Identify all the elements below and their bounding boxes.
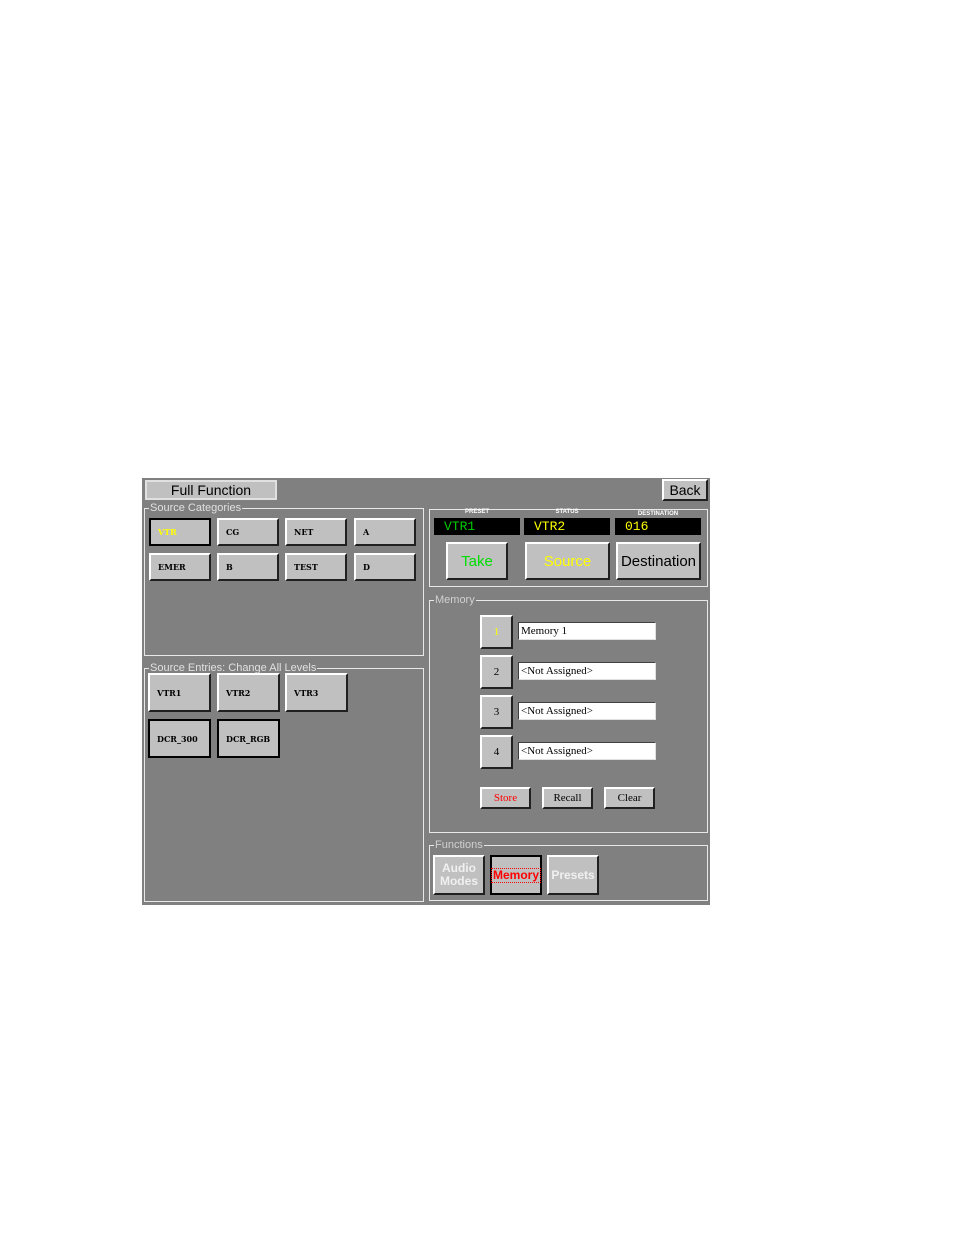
entry-label: VTR2 <box>226 687 251 698</box>
category-b-button[interactable]: B <box>217 553 279 581</box>
memory-frame-label: Memory <box>434 594 476 606</box>
take-label: Take <box>461 552 493 570</box>
store-button[interactable]: Store <box>480 787 531 809</box>
category-label: CG <box>226 527 240 537</box>
entry-vtr2-button[interactable]: VTR2 <box>217 673 280 712</box>
source-categories-label: Source Categories <box>149 502 243 514</box>
memory-slot-number: 1 <box>493 626 500 638</box>
back-button[interactable]: Back <box>662 479 708 501</box>
memory-slot-2-button[interactable]: 2 <box>480 655 513 689</box>
functions-frame-label: Functions <box>434 839 484 851</box>
memory-slot-number: 4 <box>493 746 500 758</box>
clear-button[interactable]: Clear <box>604 787 655 809</box>
category-label: A <box>363 527 370 537</box>
panel-title: Full Function <box>145 480 277 500</box>
audio-modes-button[interactable]: Audio Modes <box>433 855 485 895</box>
status-label: STATUS <box>555 509 579 515</box>
audio-modes-line-2: Modes <box>439 874 478 888</box>
audio-modes-label: Audio Modes <box>440 862 478 888</box>
presets-label: Presets <box>551 867 595 882</box>
memory-slot-2-name[interactable]: <Not Assigned> <box>518 662 656 680</box>
category-label: TEST <box>294 562 318 572</box>
memory-slot-3-name[interactable]: <Not Assigned> <box>518 702 656 720</box>
memory-slot-3-button[interactable]: 3 <box>480 695 513 729</box>
entry-label: DCR_RGB <box>226 733 271 744</box>
entry-dcrrgb-button[interactable]: DCR_RGB <box>217 719 280 758</box>
full-function-panel: Full Function Back Source Categories VTR… <box>142 478 710 905</box>
category-vtr-button[interactable]: VTR <box>149 518 211 546</box>
destination-label: Destination <box>620 552 697 570</box>
entry-vtr1-button[interactable]: VTR1 <box>148 673 211 712</box>
category-label: EMER <box>158 562 186 572</box>
memory-function-label: Memory <box>490 867 542 883</box>
destination-display-label: DESTINATION <box>637 511 679 517</box>
category-test-button[interactable]: TEST <box>285 553 347 581</box>
category-cg-button[interactable]: CG <box>217 518 279 546</box>
entry-dcr300-button[interactable]: DCR_300 <box>148 719 211 758</box>
memory-function-button[interactable]: Memory <box>490 855 542 895</box>
memory-slot-4-button[interactable]: 4 <box>480 735 513 769</box>
category-label: VTR <box>158 527 177 537</box>
clear-label: Clear <box>617 792 642 804</box>
memory-slot-number: 3 <box>493 706 500 718</box>
entry-label: VTR3 <box>294 687 319 698</box>
entry-label: DCR_300 <box>157 733 198 744</box>
source-button[interactable]: Source <box>525 542 610 580</box>
recall-label: Recall <box>553 792 582 804</box>
category-d-button[interactable]: D <box>354 553 416 581</box>
audio-modes-line-1: Audio <box>441 861 476 875</box>
category-emer-button[interactable]: EMER <box>149 553 211 581</box>
preset-display: VTR1 <box>434 518 520 535</box>
source-label: Source <box>543 552 592 570</box>
destination-display: 016 <box>615 518 701 535</box>
store-label: Store <box>493 792 518 804</box>
memory-slot-1-name[interactable]: Memory 1 <box>518 622 656 640</box>
status-display: VTR2 <box>524 518 610 535</box>
entry-vtr3-button[interactable]: VTR3 <box>285 673 348 712</box>
category-label: NET <box>294 527 314 537</box>
take-button[interactable]: Take <box>446 542 508 580</box>
category-a-button[interactable]: A <box>354 518 416 546</box>
destination-button[interactable]: Destination <box>616 542 701 580</box>
back-label: Back <box>669 482 701 498</box>
entry-label: VTR1 <box>157 687 182 698</box>
memory-slot-1-button[interactable]: 1 <box>480 615 513 649</box>
preset-label: PRESET <box>464 509 489 515</box>
category-label: B <box>226 562 233 572</box>
recall-button[interactable]: Recall <box>542 787 593 809</box>
category-net-button[interactable]: NET <box>285 518 347 546</box>
presets-button[interactable]: Presets <box>547 855 599 895</box>
memory-slot-number: 2 <box>493 666 500 678</box>
memory-slot-4-name[interactable]: <Not Assigned> <box>518 742 656 760</box>
category-label: D <box>363 562 370 572</box>
